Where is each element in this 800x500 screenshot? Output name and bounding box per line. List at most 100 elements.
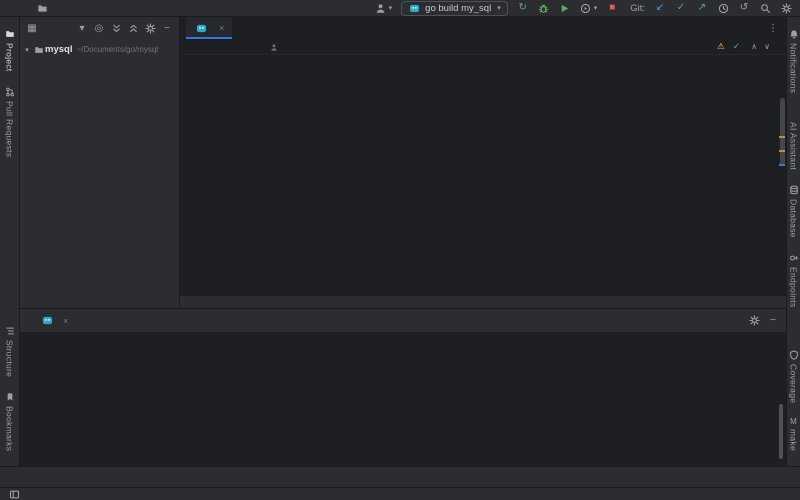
project-view-icon: ▦	[26, 23, 38, 35]
warning-icon: ⚠	[717, 41, 725, 52]
status-bar	[0, 487, 800, 500]
profiler-button[interactable]: ▾	[580, 2, 598, 14]
db-icon	[788, 184, 800, 196]
push-button[interactable]: ↗	[696, 2, 708, 14]
console-scrollbar[interactable]	[779, 404, 783, 459]
chevron-down-icon: ▾	[594, 4, 598, 12]
go-file-icon	[41, 315, 53, 327]
git-label: Git:	[630, 3, 645, 14]
stop-icon: ■	[606, 2, 618, 14]
go-file-icon	[195, 22, 207, 34]
chevron-down-icon[interactable]: ▾	[22, 46, 32, 54]
strip-item-pull-requests[interactable]: Pull Requests	[4, 79, 16, 164]
editor-sticky-line[interactable]	[180, 40, 786, 55]
strip-label: Database	[789, 199, 799, 238]
rollback-button[interactable]: ↺	[738, 2, 750, 14]
chevron-down-icon: ▾	[497, 4, 501, 12]
bell-icon	[788, 28, 800, 40]
search-everywhere-button[interactable]	[759, 2, 771, 14]
author-icon	[270, 41, 278, 53]
caret-stripe-mark	[779, 164, 785, 166]
editor: × ⋮ ⚠	[180, 17, 786, 308]
strip-item-ai-assistant[interactable]: AI Assistant	[788, 100, 800, 177]
warning-stripe-mark	[779, 136, 785, 138]
warning-stripe-mark	[779, 150, 785, 152]
tool-windows-icon[interactable]	[8, 488, 20, 500]
shield-icon	[788, 349, 800, 361]
go-logo-icon	[408, 2, 420, 14]
editor-body[interactable]: ⚠ ✓ ∧ ∨	[180, 40, 786, 295]
run-panel-header: × −	[20, 309, 786, 332]
coverage-icon	[559, 2, 571, 14]
run-console[interactable]	[20, 332, 776, 466]
debug-button[interactable]	[538, 2, 550, 14]
collapse-all-icon[interactable]	[127, 23, 139, 35]
run-coverage-button[interactable]	[559, 2, 571, 14]
author-inlay[interactable]	[270, 41, 281, 53]
run-tab[interactable]: ×	[41, 315, 68, 327]
minimize-run-panel-icon[interactable]: −	[770, 315, 776, 326]
prev-problem-icon[interactable]: ∧	[751, 42, 757, 51]
main-toolbar: ▾ go build my_sql ▾ ↻ ▾ ■ Git: ↙ ✓ ↗ ↺	[375, 1, 792, 16]
strip-item-project[interactable]: Project	[4, 21, 16, 79]
run-configuration-label: go build my_sql	[425, 3, 491, 14]
editor-scrollbar[interactable]	[780, 98, 785, 166]
make-icon: M	[790, 417, 797, 426]
commit-button[interactable]: ✓	[675, 2, 687, 14]
strip-item-endpoints[interactable]: Endpoints	[788, 245, 800, 315]
strip-item-coverage[interactable]: Coverage	[788, 342, 800, 410]
locate-icon[interactable]: ◎	[93, 23, 105, 35]
profiler-icon	[580, 2, 592, 14]
strip-label: Notifications	[789, 43, 799, 93]
project-panel-header: ▦ ▾ ◎ −	[20, 17, 179, 40]
user-menu[interactable]: ▾	[375, 2, 393, 14]
undo-icon: ↺	[738, 2, 750, 14]
strip-item-notifications[interactable]: Notifications	[788, 21, 800, 100]
stop-button[interactable]: ■	[606, 2, 618, 14]
hide-icon[interactable]: −	[161, 23, 173, 35]
inspections-widget[interactable]: ⚠ ✓ ∧ ∨	[717, 41, 770, 52]
strip-label: Coverage	[789, 364, 799, 403]
bug-icon	[538, 2, 550, 14]
folder-icon	[36, 2, 48, 14]
settings-button[interactable]	[780, 2, 792, 14]
expand-all-icon[interactable]	[110, 23, 122, 35]
tool-window-bar	[0, 466, 800, 487]
run-settings-icon[interactable]	[748, 315, 760, 327]
close-run-tab-icon[interactable]: ×	[63, 316, 68, 326]
history-button[interactable]	[717, 2, 729, 14]
project-tree: ▾mysql~/Documents/go/mysql	[20, 40, 179, 56]
strip-label: Endpoints	[789, 267, 799, 308]
pr-icon	[4, 86, 16, 98]
run-configuration-select[interactable]: go build my_sql ▾	[401, 1, 508, 16]
strip-item-bookmarks[interactable]: Bookmarks	[4, 384, 16, 458]
folder-file-icon	[32, 44, 45, 56]
folder-icon	[4, 28, 16, 40]
update-icon: ↙	[654, 2, 666, 14]
update-project-button[interactable]: ↙	[654, 2, 666, 14]
rerun-button[interactable]: ↻	[517, 2, 529, 14]
commit-icon: ✓	[675, 2, 687, 14]
tree-item-mysql[interactable]: ▾mysql~/Documents/go/mysql	[20, 43, 179, 56]
tab-main-go[interactable]: ×	[186, 17, 232, 39]
search-icon	[759, 2, 771, 14]
editor-breadcrumb[interactable]	[180, 295, 786, 308]
tab-options-icon[interactable]: ⋮	[768, 23, 778, 34]
strip-label: Bookmarks	[5, 406, 15, 451]
strip-item-structure[interactable]: Structure	[4, 318, 16, 384]
gear-icon	[780, 2, 792, 14]
structure-icon	[4, 325, 16, 337]
check-icon: ✓	[733, 41, 741, 52]
clock-icon	[717, 2, 729, 14]
close-tab-icon[interactable]: ×	[219, 23, 224, 33]
person-icon	[375, 2, 387, 14]
strip-item-make[interactable]: Mmake	[789, 410, 799, 458]
strip-item-database[interactable]: Database	[788, 177, 800, 245]
breadcrumb	[30, 2, 54, 14]
ai-icon	[788, 107, 800, 119]
settings-icon[interactable]	[144, 23, 156, 35]
chevron-down-icon: ▾	[389, 4, 393, 12]
ide-window: ▾ go build my_sql ▾ ↻ ▾ ■ Git: ↙ ✓ ↗ ↺ ProjectPull…	[0, 0, 800, 500]
options-caret-icon[interactable]: ▾	[76, 23, 88, 35]
next-problem-icon[interactable]: ∨	[764, 42, 770, 51]
